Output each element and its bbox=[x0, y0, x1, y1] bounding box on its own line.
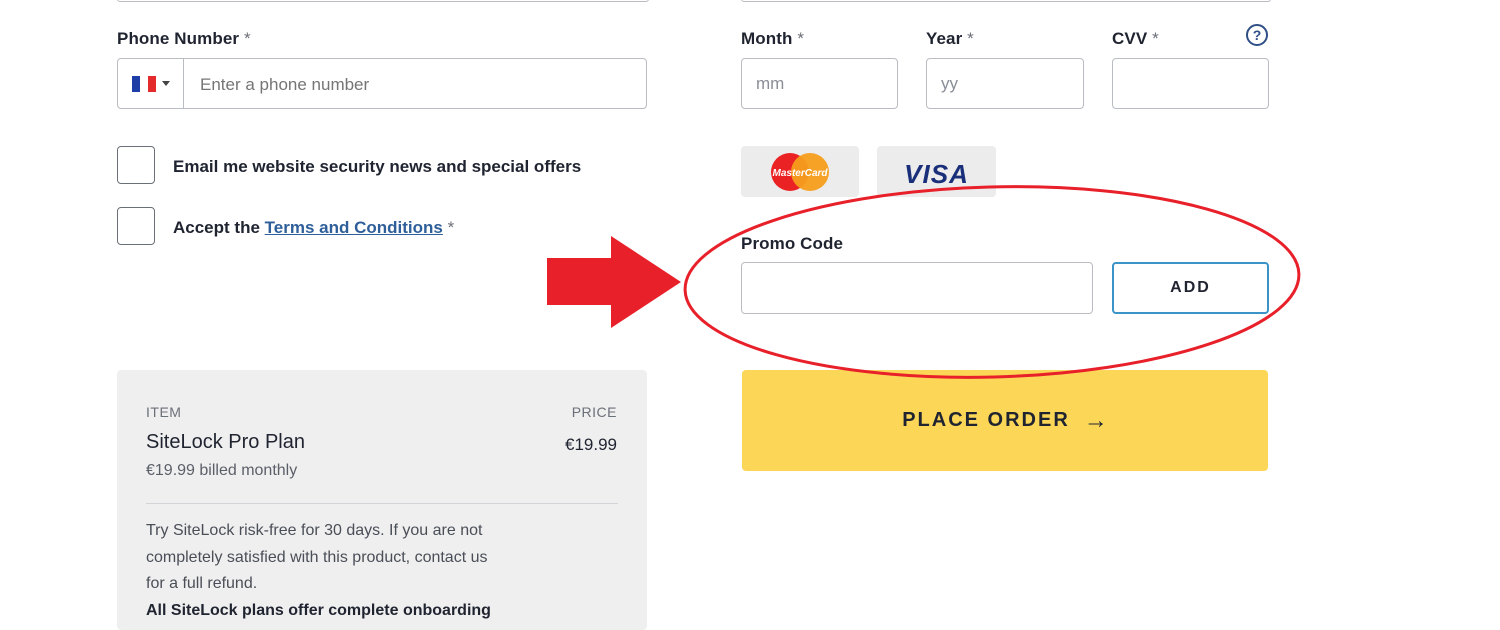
annotation-overlay bbox=[547, 185, 1301, 379]
red-arrow-annotation bbox=[547, 236, 681, 328]
red-ellipse-annotation bbox=[683, 185, 1301, 379]
